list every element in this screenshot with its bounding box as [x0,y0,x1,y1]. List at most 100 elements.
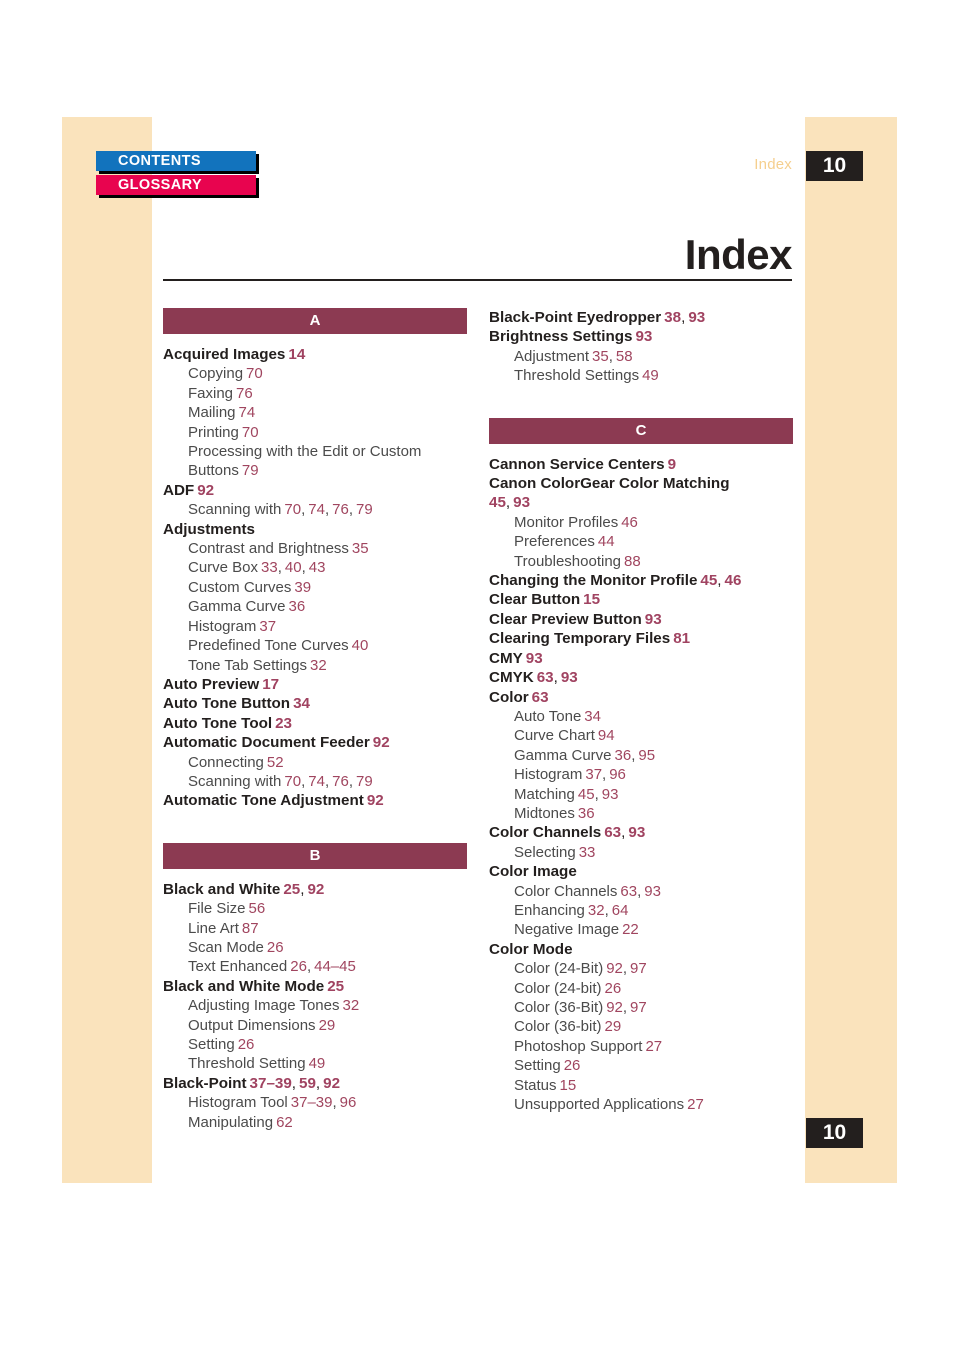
page-number[interactable]: 92 [373,734,390,751]
page-number[interactable]: 92 [197,482,214,499]
page-number[interactable]: 70 [246,365,263,382]
page-number[interactable]: 96 [340,1094,357,1111]
index-subentry[interactable]: Selecting 33 [489,843,793,862]
page-number[interactable]: 95 [638,747,655,764]
index-subentry[interactable]: Line Art 87 [163,919,467,938]
index-entry[interactable]: Adjustments [163,520,467,539]
page-number[interactable]: 96 [609,766,626,783]
index-subentry[interactable]: Custom Curves 39 [163,578,467,597]
page-number[interactable]: 92 [367,792,384,809]
page-number[interactable]: 26 [238,1036,255,1053]
index-entry[interactable]: CMY 93 [489,649,793,668]
index-subentry[interactable]: Monitor Profiles 46 [489,513,793,532]
index-subentry[interactable]: Predefined Tone Curves 40 [163,636,467,655]
page-number[interactable]: 22 [622,921,639,938]
index-subentry[interactable]: Scan Mode 26 [163,938,467,957]
page-number[interactable]: 15 [560,1077,577,1094]
index-subentry[interactable]: Color (36-bit) 29 [489,1017,793,1036]
page-number[interactable]: 74 [308,501,325,518]
index-entry[interactable]: Black and White 25, 92 [163,880,467,899]
index-subentry[interactable]: Unsupported Applications 27 [489,1095,793,1114]
index-entry[interactable]: Auto Tone Button 34 [163,694,467,713]
page-number[interactable]: 29 [605,1018,622,1035]
contents-button[interactable]: CONTENTS [96,151,256,171]
page-number[interactable]: 79 [356,501,373,518]
page-number[interactable]: 15 [583,591,600,608]
index-subentry[interactable]: Color (36-Bit) 92, 97 [489,998,793,1017]
page-number[interactable]: 88 [624,553,641,570]
page-number[interactable]: 70 [242,424,259,441]
page-number[interactable]: 97 [630,999,647,1016]
index-subentry[interactable]: Manipulating 62 [163,1113,467,1132]
index-subentry[interactable]: Curve Box 33, 40, 43 [163,558,467,577]
page-number[interactable]: 38 [664,309,681,326]
index-subentry[interactable]: Auto Tone 34 [489,707,793,726]
index-subentry[interactable]: Setting 26 [163,1035,467,1054]
index-entry[interactable]: Color 63 [489,688,793,707]
page-number[interactable]: 27 [645,1038,662,1055]
index-entry[interactable]: Brightness Settings 93 [489,327,793,346]
glossary-button[interactable]: GLOSSARY [96,175,256,195]
index-entry[interactable]: CMYK 63, 93 [489,668,793,687]
page-number[interactable]: 36 [615,747,632,764]
page-number[interactable]: 64 [612,902,629,919]
index-entry[interactable]: Black-Point Eyedropper 38, 93 [489,308,793,327]
index-subentry[interactable]: Output Dimensions 29 [163,1016,467,1035]
index-subentry[interactable]: Processing with the Edit or Custom Button… [163,442,467,481]
page-number[interactable]: 23 [275,715,292,732]
index-subentry[interactable]: Matching 45, 93 [489,785,793,804]
page-number[interactable]: 92 [606,999,623,1016]
page-number[interactable]: 27 [687,1096,704,1113]
page-number[interactable]: 70 [284,501,301,518]
page-number[interactable]: 70 [284,773,301,790]
page-number[interactable]: 26 [290,958,307,975]
page-number[interactable]: 93 [561,669,578,686]
page-number[interactable]: 36 [289,598,306,615]
index-entry[interactable]: Acquired Images 14 [163,345,467,364]
index-subentry[interactable]: Troubleshooting 88 [489,552,793,571]
index-entry[interactable]: Canon ColorGear Color Matching 45, 93 [489,474,793,513]
page-number[interactable]: 45 [489,494,506,511]
page-number[interactable]: 26 [564,1057,581,1074]
page-number[interactable]: 81 [673,630,690,647]
index-subentry[interactable]: Status 15 [489,1076,793,1095]
index-subentry[interactable]: Color Channels 63, 93 [489,882,793,901]
page-number[interactable]: 97 [630,960,647,977]
page-number[interactable]: 58 [616,348,633,365]
index-subentry[interactable]: Faxing 76 [163,384,467,403]
page-number[interactable]: 37–39 [291,1094,333,1111]
page-number[interactable]: 43 [309,559,326,576]
index-subentry[interactable]: Histogram 37 [163,617,467,636]
index-entry[interactable]: Clear Button 15 [489,590,793,609]
page-number[interactable]: 46 [621,514,638,531]
page-number[interactable]: 34 [584,708,601,725]
index-entry[interactable]: Cannon Service Centers 9 [489,455,793,474]
index-entry[interactable]: Automatic Document Feeder 92 [163,733,467,752]
page-number[interactable]: 26 [605,980,622,997]
index-subentry[interactable]: Copying 70 [163,364,467,383]
page-number[interactable]: 26 [267,939,284,956]
index-entry[interactable]: Clearing Temporary Files 81 [489,629,793,648]
page-number[interactable]: 32 [588,902,605,919]
page-number[interactable]: 40 [352,637,369,654]
page-number[interactable]: 9 [668,456,676,473]
index-subentry[interactable]: File Size 56 [163,899,467,918]
page-number[interactable]: 63 [537,669,554,686]
index-subentry[interactable]: Threshold Setting 49 [163,1054,467,1073]
page-number[interactable]: 93 [635,328,652,345]
index-entry[interactable]: Changing the Monitor Profile 45, 46 [489,571,793,590]
page-number[interactable]: 87 [242,920,259,937]
index-subentry[interactable]: Threshold Settings 49 [489,366,793,385]
index-subentry[interactable]: Color (24-Bit) 92, 97 [489,959,793,978]
page-number[interactable]: 79 [242,462,259,479]
page-number[interactable]: 33 [579,844,596,861]
page-number[interactable]: 93 [644,883,661,900]
index-subentry[interactable]: Setting 26 [489,1056,793,1075]
page-number[interactable]: 39 [294,579,311,596]
page-number[interactable]: 14 [288,346,305,363]
index-subentry[interactable]: Preferences 44 [489,532,793,551]
page-number[interactable]: 49 [642,367,659,384]
index-subentry[interactable]: Photoshop Support 27 [489,1037,793,1056]
page-number[interactable]: 46 [725,572,742,589]
page-number[interactable]: 62 [276,1114,293,1131]
